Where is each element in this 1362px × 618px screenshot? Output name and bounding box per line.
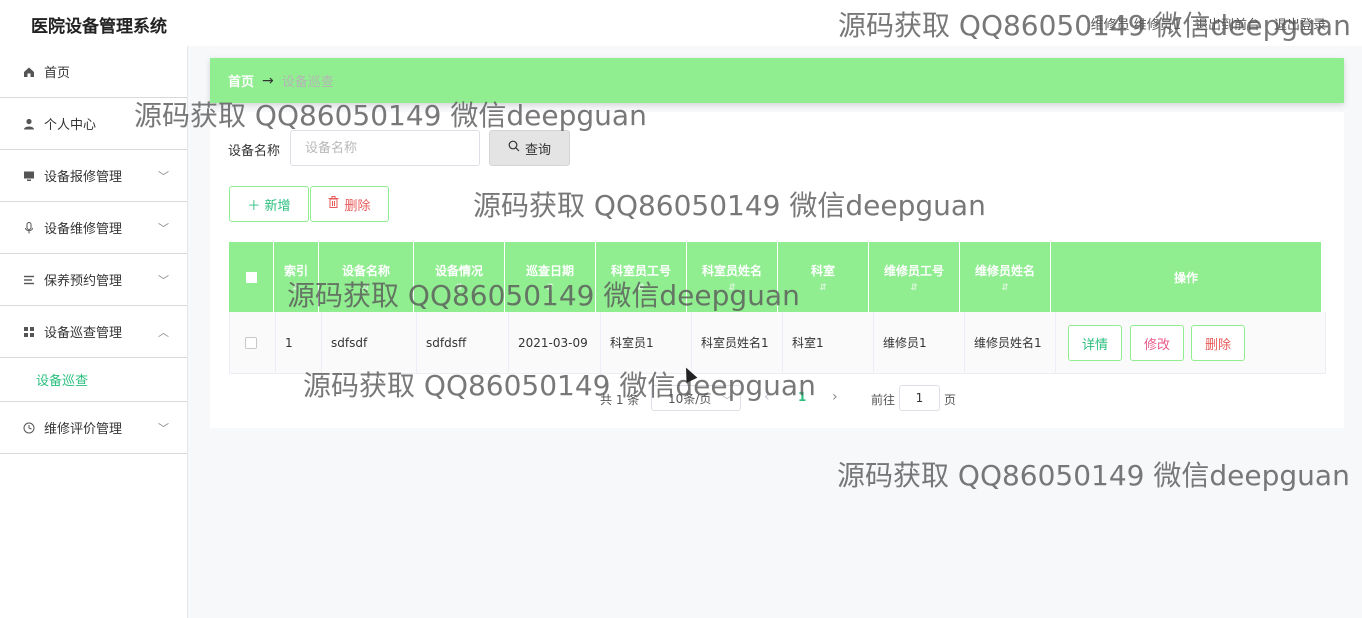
sidebar-item-label: 设备巡查管理 [44, 326, 123, 341]
cell-staff-id: 科室员1 [601, 312, 692, 373]
column-header[interactable]: 科室员工号 ⇵ [596, 242, 687, 312]
pagination-total: 共 1 条 [600, 393, 640, 407]
search-label: 设备名称 [228, 144, 281, 159]
search-input[interactable] [290, 130, 480, 166]
goto-label: 前往 [871, 393, 896, 407]
column-header: 操作 [1173, 270, 1198, 285]
trash-icon [328, 196, 339, 212]
cell-repairer-id: 维修员1 [874, 312, 965, 373]
sort-icon: ⇵ [637, 282, 645, 293]
column-header[interactable]: 科室员姓名 ⇵ [687, 242, 778, 312]
search-icon [508, 140, 520, 156]
cell-device-name: sdfsdf [322, 312, 417, 373]
top-right-menu: 维修员 维修员1 退出到前台 退出登录 [1091, 14, 1326, 33]
cell-date: 2021-03-09 [509, 312, 601, 373]
page-number[interactable]: 1 [798, 390, 806, 404]
row-select-cell[interactable] [230, 312, 276, 373]
chevron-down-icon: ﹀ [158, 274, 169, 287]
column-header[interactable]: 维修员工号 ⇵ [869, 242, 960, 312]
sidebar-item-label: 设备维修管理 [44, 222, 123, 237]
sidebar-item-label: 个人中心 [44, 118, 97, 133]
query-button-label: 查询 [524, 142, 551, 158]
user-icon [22, 117, 36, 131]
column-header[interactable]: 设备情况 ⇵ [414, 242, 505, 312]
edit-button[interactable]: 修改 [1130, 325, 1184, 361]
chevron-down-icon: ﹀ [158, 422, 169, 435]
breadcrumb: 首页 → 设备巡查 [210, 58, 1344, 103]
table-header: 索引 ⇵ 设备名称 ⇵ 设备情况 ⇵ 巡查日期 ⇵ 科室员工号 ⇵ 科室员姓名 ⇵ 科室 ⇵ … [229, 242, 1321, 312]
add-button[interactable]: ＋ 新增 [229, 186, 309, 222]
app-title: 医院设备管理系统 [31, 17, 167, 37]
sidebar-item-home[interactable]: 首页 [0, 46, 187, 98]
sidebar-item-label: 首页 [44, 66, 71, 81]
sidebar-item-inspection[interactable]: 设备巡查管理 ︿ [0, 306, 187, 358]
page-size-value: 10条/页 [668, 391, 712, 406]
chevron-down-icon: ﹀ [722, 396, 732, 407]
column-header[interactable]: 维修员姓名 ⇵ [960, 242, 1051, 312]
watermark-text: 源码获取 QQ86050149 微信deepguan [837, 459, 1350, 492]
breadcrumb-current: 设备巡查 [281, 75, 334, 90]
goto-page-input[interactable] [899, 385, 940, 411]
delete-button[interactable]: 删除 [310, 186, 389, 222]
select-all-checkbox[interactable] [245, 271, 257, 283]
row-checkbox[interactable] [245, 336, 257, 349]
monitor-icon [22, 169, 36, 183]
clock-icon [22, 421, 36, 435]
chevron-up-icon: ︿ [158, 326, 169, 339]
column-header[interactable]: 科室 ⇵ [778, 242, 869, 312]
sidebar-subitem-inspection[interactable]: 设备巡查 [0, 358, 187, 402]
cell-repairer-name: 维修员姓名1 [965, 312, 1056, 373]
detail-button[interactable]: 详情 [1068, 325, 1122, 361]
breadcrumb-home[interactable]: 首页 [228, 71, 254, 90]
microphone-icon [22, 221, 36, 235]
sidebar-item-profile[interactable]: 个人中心 [0, 98, 187, 150]
page-unit-label: 页 [944, 393, 957, 407]
cell-condition: sdfdsff [417, 312, 509, 373]
sidebar: 首页 个人中心 设备报修管理 ﹀ 设备维修管理 ﹀ 保养预约管理 ﹀ 设备巡查管… [0, 46, 188, 618]
header-select-all[interactable] [229, 242, 274, 312]
user-info: 维修员 维修员1 [1090, 18, 1181, 33]
sidebar-item-label: 维修评价管理 [44, 422, 123, 437]
chevron-down-icon: ﹀ [158, 170, 169, 183]
sort-icon: ⇵ [362, 282, 370, 293]
table-row: 1 sdfsdf sdfdsff 2021-03-09 科室员1 科室员姓名1 … [229, 312, 1326, 374]
sidebar-item-label: 设备报修管理 [44, 170, 123, 185]
logout-link[interactable]: 退出登录 [1274, 14, 1326, 33]
column-header[interactable]: 巡查日期 ⇵ [505, 242, 596, 312]
query-button[interactable]: 查询 [489, 130, 570, 166]
sort-icon: ⇵ [546, 282, 554, 293]
cell-index: 1 [276, 312, 322, 373]
sort-icon: ⇵ [728, 282, 736, 293]
back-home-link[interactable]: 退出到前台 [1195, 14, 1260, 33]
sort-icon: ⇵ [292, 282, 300, 293]
column-header[interactable]: 设备名称 ⇵ [319, 242, 414, 312]
sort-icon: ⇵ [910, 282, 918, 293]
sidebar-item-label: 保养预约管理 [44, 274, 123, 289]
sort-icon: ⇵ [819, 282, 827, 293]
breadcrumb-arrow: → [262, 72, 274, 89]
cell-dept: 科室1 [783, 312, 874, 373]
grid-icon [22, 325, 36, 339]
list-icon [22, 273, 36, 287]
sidebar-item-evaluation[interactable]: 维修评价管理 ﹀ [0, 402, 187, 454]
cell-actions: 详情 修改 删除 [1056, 312, 1326, 373]
next-page-button[interactable]: › [832, 389, 838, 405]
row-delete-button[interactable]: 删除 [1191, 325, 1245, 361]
cell-staff-name: 科室员姓名1 [692, 312, 783, 373]
home-icon [22, 65, 36, 79]
chevron-down-icon: ﹀ [158, 222, 169, 235]
sort-icon: ⇵ [455, 282, 463, 293]
page-size-select[interactable]: 10条/页 ﹀ [651, 385, 741, 411]
sidebar-item-repair-report[interactable]: 设备报修管理 ﹀ [0, 150, 187, 202]
sort-icon: ⇵ [1001, 282, 1009, 293]
prev-page-button[interactable]: ‹ [764, 389, 770, 405]
top-bar: 医院设备管理系统 维修员 维修员1 退出到前台 退出登录 [0, 0, 1362, 46]
delete-button-label: 删除 [344, 198, 371, 214]
sidebar-item-maintenance[interactable]: 保养预约管理 ﹀ [0, 254, 187, 306]
sidebar-item-repair[interactable]: 设备维修管理 ﹀ [0, 202, 187, 254]
column-header[interactable]: 索引 ⇵ [274, 242, 319, 312]
